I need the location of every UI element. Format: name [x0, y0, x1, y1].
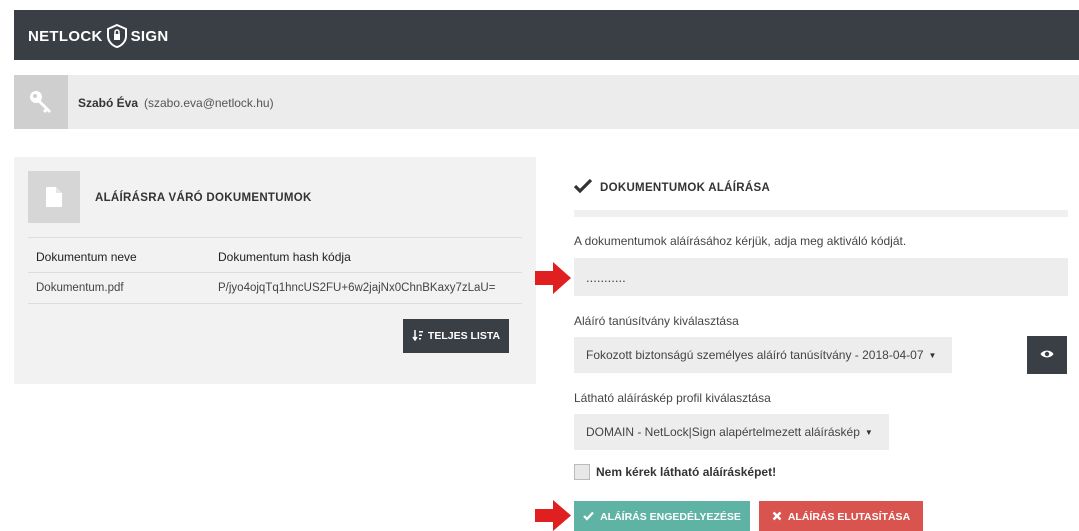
key-icon	[14, 75, 68, 129]
certificate-select-label: Aláíró tanúsítvány kiválasztása	[574, 314, 739, 328]
full-list-button-label: TELJES LISTA	[427, 330, 501, 342]
caret-down-icon: ▼	[928, 350, 937, 360]
activation-code-instruction: A dokumentumok aláírásához kérjük, adja …	[574, 234, 907, 248]
user-info-bar: Szabó Éva (szabo.eva@netlock.hu)	[14, 75, 1079, 129]
table-header-row: Dokumentum neve Dokumentum hash kódja	[28, 237, 522, 273]
documents-table: Dokumentum neve Dokumentum hash kódja Do…	[28, 237, 522, 304]
no-visual-signature-label: Nem kérek látható aláírásképet!	[596, 465, 777, 479]
activation-code-input[interactable]	[574, 258, 1068, 296]
lock-shield-icon	[106, 23, 128, 49]
no-visual-signature-row[interactable]: Nem kérek látható aláírásképet!	[574, 464, 776, 480]
checkmark-icon	[573, 178, 593, 197]
list-sort-icon	[412, 329, 424, 344]
red-arrow-icon	[535, 500, 571, 531]
certificate-select-value: Fokozott biztonságú személyes aláíró tan…	[586, 348, 924, 362]
approve-signature-label: ALÁÍRÁS ENGEDÉLYEZÉSE	[600, 511, 741, 523]
approve-signature-button[interactable]: ALÁÍRÁS ENGEDÉLYEZÉSE	[574, 501, 750, 531]
signing-header: DOKUMENTUMOK ALÁÍRÁSA	[573, 178, 771, 197]
column-header-name: Dokumentum neve	[28, 237, 210, 273]
eye-icon	[1040, 348, 1054, 362]
full-list-button[interactable]: TELJES LISTA	[403, 319, 509, 353]
document-icon	[28, 171, 80, 223]
netlock-sign-logo[interactable]: NETLOCK SIGN	[28, 23, 169, 49]
pending-documents-title: ALÁÍRÁSRA VÁRÓ DOKUMENTUMOK	[95, 192, 312, 204]
document-hash-cell: P/jyo4ojqTq1hncUS2FU+6w2jajNx0ChnBKaxy7z…	[210, 272, 522, 304]
logo-text-left: NETLOCK	[28, 27, 103, 45]
caret-down-icon: ▼	[864, 427, 873, 437]
reject-signature-label: ALÁÍRÁS ELUTASÍTÁSA	[787, 511, 911, 523]
pending-documents-panel: ALÁÍRÁSRA VÁRÓ DOKUMENTUMOK Dokumentum n…	[14, 157, 536, 384]
visual-profile-select-label: Látható aláíráskép profil kiválasztása	[574, 391, 771, 405]
logo-text-right: SIGN	[130, 27, 169, 45]
visual-profile-select-value: DOMAIN - NetLock|Sign alapértelmezett al…	[586, 425, 860, 439]
top-navbar: NETLOCK SIGN	[14, 10, 1079, 60]
red-arrow-icon	[535, 262, 571, 297]
user-email: (szabo.eva@netlock.hu)	[144, 96, 274, 110]
view-certificate-button[interactable]	[1027, 336, 1067, 374]
user-name: Szabó Éva	[78, 96, 139, 110]
divider	[574, 210, 1068, 217]
close-icon	[772, 511, 782, 524]
no-visual-signature-checkbox[interactable]	[574, 464, 590, 480]
checkmark-icon	[583, 511, 594, 524]
certificate-select[interactable]: Fokozott biztonságú személyes aláíró tan…	[574, 337, 952, 373]
visual-profile-select[interactable]: DOMAIN - NetLock|Sign alapértelmezett al…	[574, 414, 889, 450]
table-row[interactable]: Dokumentum.pdf P/jyo4ojqTq1hncUS2FU+6w2j…	[28, 272, 522, 304]
document-name-cell: Dokumentum.pdf	[28, 272, 210, 304]
signing-title: DOKUMENTUMOK ALÁÍRÁSA	[600, 181, 771, 194]
column-header-hash: Dokumentum hash kódja	[210, 237, 522, 273]
reject-signature-button[interactable]: ALÁÍRÁS ELUTASÍTÁSA	[759, 501, 923, 531]
